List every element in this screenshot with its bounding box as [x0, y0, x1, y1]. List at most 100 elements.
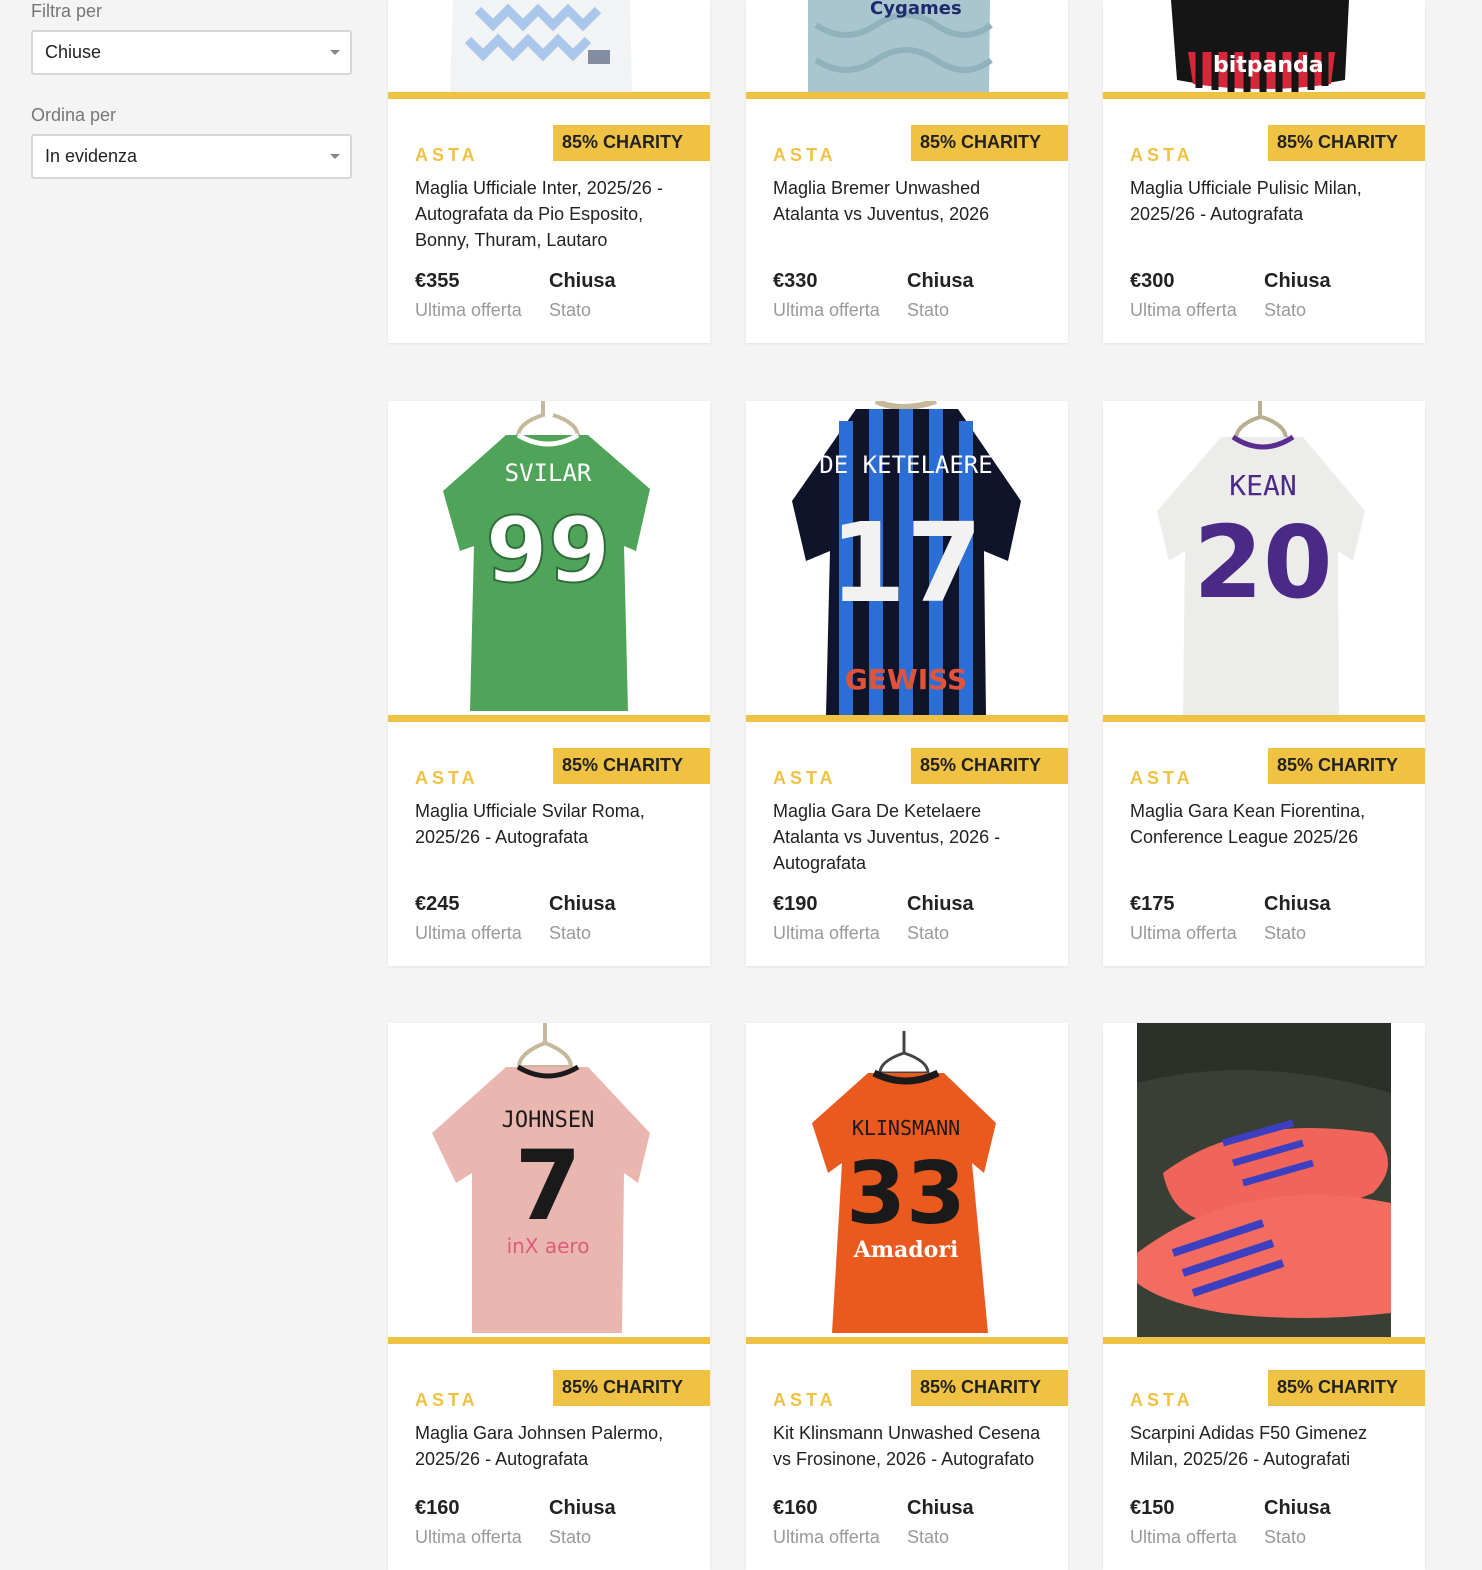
auction-type-label: ASTA — [773, 145, 837, 165]
pink-jersey-image: JOHNSEN 7 inX aero — [388, 1023, 710, 1337]
jersey-number-text: 20 — [1193, 504, 1332, 621]
sort-select[interactable]: In evidenza — [31, 134, 352, 179]
sponsor-text: bitpanda — [1213, 53, 1324, 78]
status-value: Chiusa — [1264, 893, 1331, 915]
jersey-number-text: 17 — [829, 499, 982, 627]
auction-card[interactable]: ASTA 85% CHARITY Maglia Ufficiale Inter,… — [388, 0, 710, 343]
auction-card[interactable]: ASTA 85% CHARITY Scarpini Adidas F50 Gim… — [1103, 1023, 1425, 1570]
status-value: Chiusa — [907, 893, 974, 915]
jersey-name-text: DE KETELAERE — [819, 451, 992, 479]
filter-select[interactable]: Chiuse — [31, 30, 352, 75]
status-value: Chiusa — [1264, 1497, 1331, 1519]
last-bid-label: Ultima offerta — [773, 1527, 880, 1547]
charity-badge: 85% CHARITY — [553, 125, 710, 161]
auction-card[interactable]: DE KETELAERE 17 GEWISS ASTA 85% CHARITY … — [746, 401, 1068, 966]
jersey-name-text: KEAN — [1229, 469, 1296, 502]
light-blue-jersey-image: Cygames — [746, 0, 1068, 92]
status-label: Stato — [549, 923, 592, 943]
last-bid-label: Ultima offerta — [773, 300, 880, 320]
last-bid-value: €160 — [415, 1497, 460, 1519]
jersey-name-text: KLINSMANN — [852, 1116, 960, 1140]
filter-label: Filtra per — [31, 1, 103, 21]
last-bid-label: Ultima offerta — [773, 923, 880, 943]
jersey-name-text: SVILAR — [505, 459, 592, 487]
auction-card[interactable]: Cygames ASTA 85% CHARITY Maglia Bremer U… — [746, 0, 1068, 343]
charity-badge: 85% CHARITY — [1268, 125, 1425, 161]
status-label: Stato — [907, 1527, 950, 1547]
charity-badge: 85% CHARITY — [553, 1370, 710, 1406]
item-title[interactable]: Maglia Ufficiale Inter, 2025/26 - Autogr… — [415, 175, 683, 265]
auction-card[interactable]: JOHNSEN 7 inX aero ASTA 85% CHARITY Magl… — [388, 1023, 710, 1570]
orange-jersey-image: KLINSMANN 33 Amadori — [746, 1023, 1068, 1337]
jersey-number-text: 33 — [846, 1144, 966, 1244]
auction-type-label: ASTA — [415, 1390, 479, 1410]
status-value: Chiusa — [549, 893, 616, 915]
last-bid-value: €300 — [1130, 270, 1175, 292]
chevron-down-icon — [330, 154, 340, 159]
charity-badge: 85% CHARITY — [1268, 748, 1425, 784]
status-value: Chiusa — [549, 270, 616, 292]
sidebar: Filtra per Chiuse Ordina per In evidenza — [31, 0, 352, 179]
status-value: Chiusa — [549, 1497, 616, 1519]
charity-badge: 85% CHARITY — [1268, 1370, 1425, 1406]
status-value: Chiusa — [907, 270, 974, 292]
auction-type-label: ASTA — [415, 145, 479, 165]
status-label: Stato — [549, 300, 592, 320]
sponsor-text: Cygames — [870, 0, 962, 19]
status-label: Stato — [1264, 923, 1307, 943]
last-bid-value: €190 — [773, 893, 818, 915]
last-bid-value: €175 — [1130, 893, 1175, 915]
auction-type-label: ASTA — [1130, 768, 1194, 788]
sponsor-text: inX aero — [507, 1234, 590, 1258]
item-title[interactable]: Maglia Bremer Unwashed Atalanta vs Juven… — [773, 175, 1041, 265]
auction-type-label: ASTA — [1130, 145, 1194, 165]
auction-card[interactable]: SVILAR 99 ASTA 85% CHARITY Maglia Uffici… — [388, 401, 710, 966]
auction-type-label: ASTA — [773, 768, 837, 788]
white-jersey-image — [388, 0, 710, 92]
sort-select-value: In evidenza — [45, 146, 138, 166]
last-bid-value: €150 — [1130, 1497, 1175, 1519]
auction-type-label: ASTA — [1130, 1390, 1194, 1410]
status-label: Stato — [1264, 300, 1307, 320]
last-bid-label: Ultima offerta — [1130, 300, 1237, 320]
sort-label: Ordina per — [31, 105, 117, 125]
last-bid-label: Ultima offerta — [415, 300, 522, 320]
auction-type-label: ASTA — [415, 768, 479, 788]
status-label: Stato — [549, 1527, 592, 1547]
last-bid-value: €160 — [773, 1497, 818, 1519]
item-title[interactable]: Maglia Gara De Ketelaere Atalanta vs Juv… — [773, 798, 1041, 888]
filter-select-value: Chiuse — [45, 42, 102, 62]
charity-badge: 85% CHARITY — [553, 748, 710, 784]
item-title[interactable]: Scarpini Adidas F50 Gimenez Milan, 2025/… — [1130, 1420, 1398, 1492]
status-label: Stato — [1264, 1527, 1307, 1547]
last-bid-label: Ultima offerta — [415, 923, 522, 943]
auction-card[interactable]: bitpanda ASTA 85% CHARITY Maglia Ufficia… — [1103, 0, 1425, 343]
last-bid-value: €245 — [415, 893, 460, 915]
item-title[interactable]: Maglia Ufficiale Pulisic Milan, 2025/26 … — [1130, 175, 1398, 265]
chevron-down-icon — [330, 50, 340, 55]
fiorentina-jersey-image: KEAN 20 — [1103, 401, 1425, 715]
status-label: Stato — [907, 923, 950, 943]
last-bid-label: Ultima offerta — [1130, 1527, 1237, 1547]
charity-badge: 85% CHARITY — [911, 748, 1068, 784]
item-title[interactable]: Maglia Gara Kean Fiorentina, Conference … — [1130, 798, 1398, 888]
auction-card[interactable]: KLINSMANN 33 Amadori ASTA 85% CHARITY Ki… — [746, 1023, 1068, 1570]
atalanta-jersey-image: DE KETELAERE 17 GEWISS — [746, 401, 1068, 715]
sponsor-text: Amadori — [853, 1237, 959, 1263]
jersey-number-text: 7 — [515, 1130, 582, 1242]
charity-badge: 85% CHARITY — [911, 1370, 1068, 1406]
last-bid-value: €330 — [773, 270, 818, 292]
last-bid-label: Ultima offerta — [415, 1527, 522, 1547]
auction-card[interactable]: KEAN 20 ASTA 85% CHARITY Maglia Gara Kea… — [1103, 401, 1425, 966]
last-bid-value: €355 — [415, 270, 460, 292]
item-title[interactable]: Maglia Ufficiale Svilar Roma, 2025/26 - … — [415, 798, 683, 888]
status-value: Chiusa — [1264, 270, 1331, 292]
item-title[interactable]: Maglia Gara Johnsen Palermo, 2025/26 - A… — [415, 1420, 683, 1492]
item-title[interactable]: Kit Klinsmann Unwashed Cesena vs Frosino… — [773, 1420, 1041, 1492]
sponsor-text: GEWISS — [845, 663, 968, 696]
status-value: Chiusa — [907, 1497, 974, 1519]
auction-type-label: ASTA — [773, 1390, 837, 1410]
boots-image — [1103, 1023, 1425, 1337]
status-label: Stato — [907, 300, 950, 320]
charity-badge: 85% CHARITY — [911, 125, 1068, 161]
